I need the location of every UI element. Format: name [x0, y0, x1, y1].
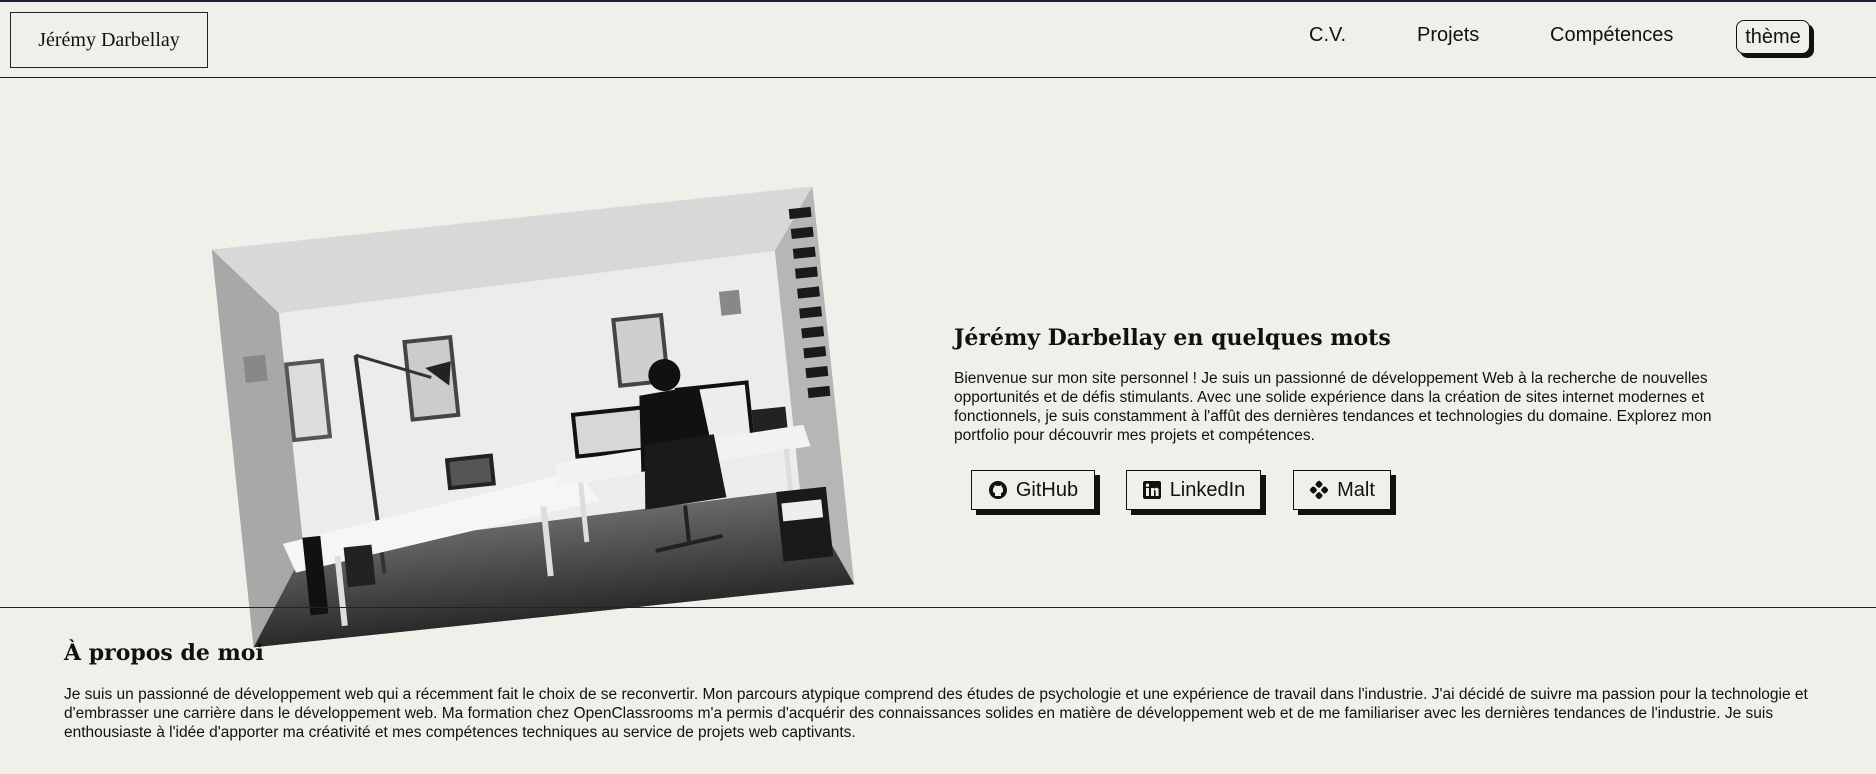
nav-link-competences[interactable]: Compétences	[1550, 24, 1673, 47]
nav-link-projets[interactable]: Projets	[1417, 24, 1479, 47]
malt-label: Malt	[1337, 478, 1375, 501]
linkedin-button[interactable]: LinkedIn	[1126, 470, 1261, 510]
linkedin-icon	[1142, 480, 1162, 500]
malt-button[interactable]: Malt	[1293, 470, 1391, 510]
intro-text: Bienvenue sur mon site personnel ! Je su…	[954, 370, 1712, 444]
malt-icon	[1309, 480, 1329, 500]
brand-logo[interactable]: Jérémy Darbellay	[10, 12, 208, 68]
github-icon	[988, 480, 1008, 500]
nav-link-cv[interactable]: C.V.	[1309, 24, 1346, 47]
about-title: À propos de moi	[64, 640, 264, 666]
github-button[interactable]: GitHub	[971, 470, 1095, 510]
section-divider	[0, 607, 1876, 608]
github-label: GitHub	[1015, 478, 1079, 501]
hero-section: Jérémy Darbellay en quelques mots Bienve…	[0, 79, 1876, 648]
intro-title: Jérémy Darbellay en quelques mots	[954, 325, 1391, 351]
about-text: Je suis un passionné de développement we…	[64, 686, 1808, 741]
theme-toggle-button[interactable]: thème	[1736, 20, 1810, 54]
site-header: Jérémy Darbellay C.V. Projets Compétence…	[0, 2, 1876, 78]
linkedin-label: LinkedIn	[1169, 478, 1246, 501]
workspace-photo	[211, 186, 855, 648]
